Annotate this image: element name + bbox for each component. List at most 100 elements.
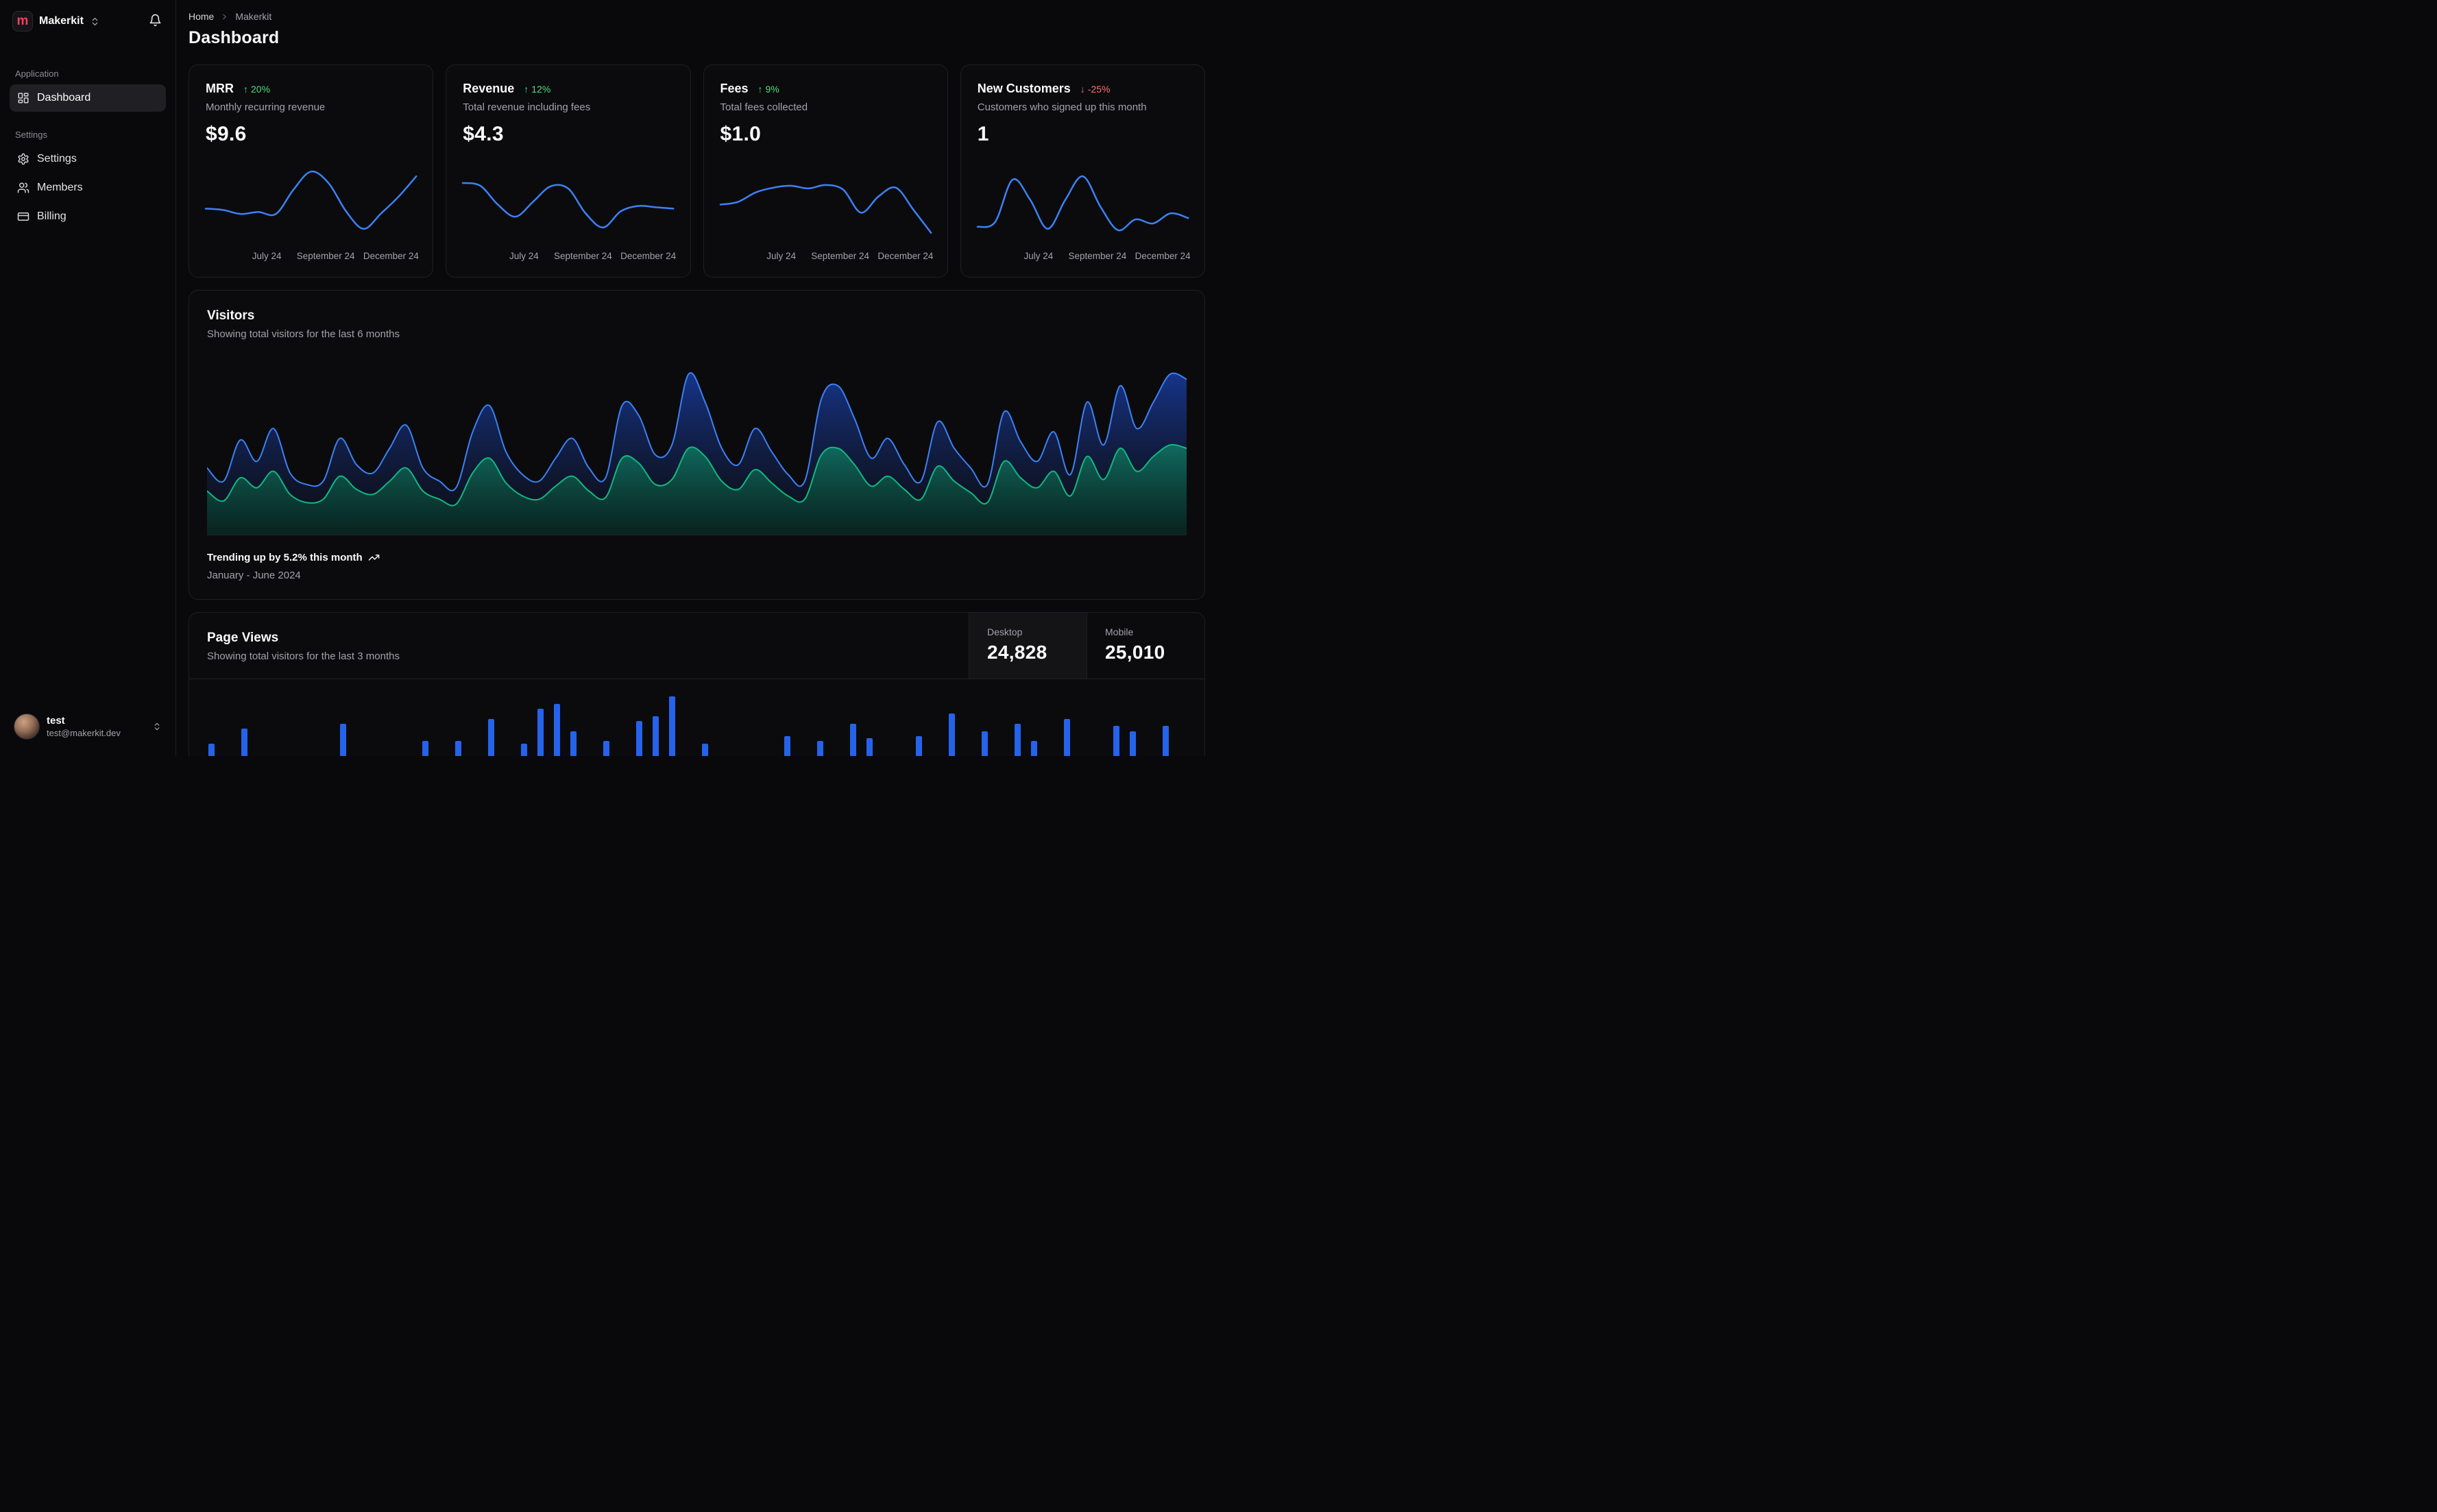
visitors-card: Visitors Showing total visitors for the … bbox=[189, 290, 1205, 600]
bar bbox=[554, 704, 560, 756]
mobile-value: 25,010 bbox=[1105, 642, 1165, 663]
bar bbox=[949, 714, 955, 756]
workspace-selector[interactable]: m Makerkit bbox=[10, 10, 103, 33]
bell-icon bbox=[149, 14, 161, 27]
axis-tick: December 24 bbox=[620, 251, 677, 261]
notifications-button[interactable] bbox=[145, 10, 166, 33]
sidebar-item-label: Billing bbox=[37, 210, 66, 222]
bar bbox=[1163, 726, 1169, 756]
chevrons-up-down-icon bbox=[154, 722, 160, 731]
axis-tick: December 24 bbox=[1135, 251, 1191, 261]
sidebar-item-billing[interactable]: Billing bbox=[10, 203, 166, 230]
axis-tick: July 24 bbox=[766, 251, 796, 261]
arrow-up-icon: ↑ bbox=[243, 84, 248, 95]
axis-tick: July 24 bbox=[509, 251, 539, 261]
bar bbox=[866, 738, 873, 756]
trend-value: 9% bbox=[765, 84, 779, 95]
visitors-subtitle: Showing total visitors for the last 6 mo… bbox=[207, 328, 400, 340]
bar bbox=[537, 709, 544, 756]
bar bbox=[784, 735, 790, 756]
stat-card-revenue: Revenue ↑ 12% Total revenue including fee… bbox=[446, 64, 691, 278]
stat-value: $9.6 bbox=[206, 123, 247, 145]
toggle-mobile[interactable]: Mobile 25,010 bbox=[1087, 613, 1204, 679]
axis-tick: September 24 bbox=[296, 251, 355, 261]
bar bbox=[340, 723, 346, 756]
bar bbox=[521, 743, 527, 756]
bar bbox=[1015, 723, 1021, 756]
stat-subtitle: Customers who signed up this month bbox=[977, 101, 1147, 113]
sidebar-item-members[interactable]: Members bbox=[10, 174, 166, 202]
sidebar-item-label: Members bbox=[37, 182, 83, 193]
trending-up-icon bbox=[368, 554, 379, 561]
stat-value: $4.3 bbox=[463, 123, 504, 145]
page-views-card: Page Views Showing total visitors for th… bbox=[189, 612, 1205, 756]
axis-tick: December 24 bbox=[363, 251, 419, 261]
user-menu[interactable]: test test@makerkit.dev bbox=[10, 709, 166, 744]
customers-sparkline-chart bbox=[978, 164, 1188, 243]
axis-tick: September 24 bbox=[811, 251, 870, 261]
trend-badge: ↑ 20% bbox=[243, 84, 270, 95]
stat-card-fees: Fees ↑ 9% Total fees collected $1.0 July … bbox=[703, 64, 948, 278]
gear-icon bbox=[18, 153, 29, 165]
sidebar-item-dashboard[interactable]: Dashboard bbox=[10, 84, 166, 112]
main-content: Home Makerkit Dashboard MRR ↑ 20% Monthly… bbox=[176, 0, 1219, 756]
users-icon bbox=[17, 182, 29, 193]
nav-section-application: Application bbox=[15, 69, 59, 79]
axis-tick: September 24 bbox=[553, 251, 612, 261]
page-views-subtitle: Showing total visitors for the last 3 mo… bbox=[207, 650, 400, 662]
trend-value: -25% bbox=[1087, 84, 1111, 95]
x-axis-labels: July 24 September 24 December 24 bbox=[720, 251, 933, 263]
bar bbox=[702, 743, 708, 756]
bar bbox=[653, 716, 659, 756]
mrr-sparkline-chart bbox=[206, 164, 416, 243]
arrow-down-icon: ↓ bbox=[1080, 84, 1085, 95]
stat-card-mrr: MRR ↑ 20% Monthly recurring revenue $9.6 … bbox=[189, 64, 434, 278]
bar bbox=[455, 741, 461, 756]
bar bbox=[916, 735, 922, 756]
user-email: test@makerkit.dev bbox=[47, 728, 121, 738]
axis-tick: September 24 bbox=[1068, 251, 1127, 261]
stat-card-new-customers: New Customers ↓ -25% Customers who signed… bbox=[960, 64, 1205, 278]
bar bbox=[1113, 726, 1119, 756]
trend-badge: ↓ -25% bbox=[1080, 84, 1111, 95]
stat-cards-row: MRR ↑ 20% Monthly recurring revenue $9.6 … bbox=[189, 64, 1205, 278]
bar bbox=[669, 696, 675, 756]
bar bbox=[1130, 731, 1136, 756]
stat-value: $1.0 bbox=[720, 123, 762, 145]
bar bbox=[1031, 741, 1037, 756]
logo-letter: m bbox=[16, 14, 29, 28]
page-title: Dashboard bbox=[189, 28, 280, 47]
x-axis-labels: July 24 September 24 December 24 bbox=[206, 251, 419, 263]
visitors-title: Visitors bbox=[207, 308, 255, 323]
stat-subtitle: Total fees collected bbox=[720, 101, 808, 113]
visitors-date-range: January - June 2024 bbox=[207, 570, 301, 581]
stat-title: MRR bbox=[206, 82, 234, 95]
stat-title: New Customers bbox=[977, 82, 1071, 95]
breadcrumb-home-link[interactable]: Home bbox=[189, 11, 214, 22]
breadcrumb: Home Makerkit bbox=[189, 11, 1205, 22]
makerkit-logo: m bbox=[12, 11, 33, 32]
bar bbox=[570, 731, 577, 756]
arrow-up-icon: ↑ bbox=[524, 84, 529, 95]
bar bbox=[850, 723, 856, 756]
trend-value: 12% bbox=[531, 84, 551, 95]
page-views-bar-chart bbox=[189, 679, 1204, 756]
axis-tick: July 24 bbox=[1023, 251, 1054, 261]
x-axis-labels: July 24 September 24 December 24 bbox=[978, 251, 1191, 263]
bar bbox=[603, 741, 609, 756]
bar bbox=[488, 718, 494, 756]
desktop-value: 24,828 bbox=[987, 642, 1047, 663]
sidebar-item-settings[interactable]: Settings bbox=[10, 145, 166, 173]
trend-badge: ↑ 9% bbox=[758, 84, 779, 95]
desktop-label: Desktop bbox=[987, 626, 1023, 637]
workspace-name: Makerkit bbox=[39, 15, 84, 27]
sidebar-item-label: Dashboard bbox=[37, 92, 91, 103]
bar bbox=[241, 729, 247, 756]
x-axis-labels: July 24 September 24 December 24 bbox=[463, 251, 677, 263]
mobile-label: Mobile bbox=[1105, 626, 1134, 637]
toggle-desktop[interactable]: Desktop 24,828 bbox=[969, 613, 1087, 679]
user-name: test bbox=[47, 715, 65, 727]
breadcrumb-current: Makerkit bbox=[235, 11, 272, 22]
stat-value: 1 bbox=[977, 123, 989, 145]
dashboard-grid-icon bbox=[18, 93, 29, 103]
